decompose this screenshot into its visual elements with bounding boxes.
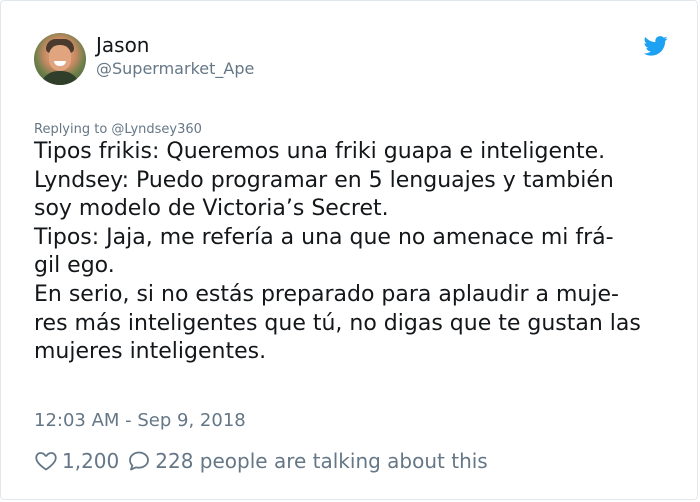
author-name[interactable]: Jason [96, 33, 150, 57]
tweet-text-line: soy modelo de Victoria’s Secret. [34, 196, 389, 222]
avatar-shirt [40, 71, 80, 85]
speech-bubble-icon[interactable] [127, 449, 151, 473]
tweet-text-line: Tipos: Jaja, me refería a una que no ame… [34, 224, 614, 250]
tweet-card: Jason @Supermarket_Ape Replying to @Lynd… [0, 0, 698, 500]
tweet-text-line: mujeres inteligentes. [34, 339, 267, 365]
tweet-timestamp[interactable]: 12:03 AM - Sep 9, 2018 [34, 410, 246, 432]
avatar-face [49, 45, 71, 71]
tweet-text-line: Lyndsey: Puedo programar en 5 lenguajes … [34, 167, 614, 193]
tweet-actions: 1,200 228 people are talking about this [34, 448, 488, 474]
twitter-bird-icon[interactable] [644, 36, 668, 56]
tweet-text: Tipos frikis: Queremos una friki guapa e… [34, 138, 684, 367]
tweet-text-line: Tipos frikis: Queremos una friki guapa e… [34, 139, 606, 164]
tweet-text-line: gil ego. [34, 253, 115, 279]
replying-to-link[interactable]: Replying to @Lyndsey360 [34, 121, 202, 138]
like-count[interactable]: 1,200 [62, 448, 119, 474]
tweet-text-line: res más inteligentes que tú, no digas qu… [34, 310, 641, 336]
author-handle[interactable]: @Supermarket_Ape [96, 59, 254, 79]
conversation-link[interactable]: 228 people are talking about this [155, 448, 487, 474]
heart-icon[interactable] [34, 449, 58, 473]
author-avatar[interactable] [34, 33, 86, 85]
tweet-text-line: En serio, si no estás preparado para apl… [34, 281, 619, 307]
